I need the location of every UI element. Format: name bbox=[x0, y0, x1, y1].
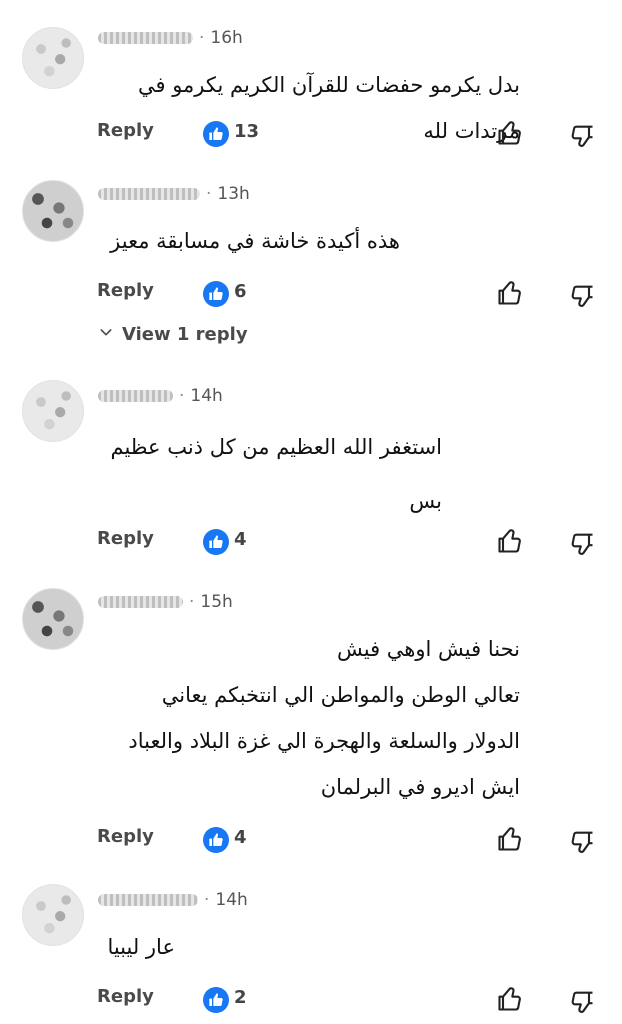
thumbs-up-icon bbox=[203, 281, 229, 307]
thumbs-up-icon bbox=[203, 121, 229, 147]
comment-text: عار ليبيا bbox=[107, 935, 175, 959]
comment-time: 14h bbox=[215, 890, 248, 910]
comment-meta: · 16h bbox=[98, 28, 243, 48]
comment-meta: · 15h bbox=[98, 592, 233, 612]
avatar[interactable] bbox=[22, 588, 84, 650]
comment-actions: Reply 4 bbox=[0, 824, 622, 858]
comment-meta: · 14h bbox=[98, 386, 223, 406]
like-count: 4 bbox=[234, 529, 247, 550]
reply-button[interactable]: Reply bbox=[97, 826, 154, 847]
comment-actions: Reply 2 bbox=[0, 984, 622, 1018]
avatar[interactable] bbox=[22, 884, 84, 946]
thumbs-up-outline-icon[interactable] bbox=[496, 527, 524, 559]
like-count: 2 bbox=[234, 987, 247, 1008]
thumbs-down-outline-icon[interactable] bbox=[568, 988, 596, 1020]
comment-time: 16h bbox=[210, 28, 243, 48]
commenter-name-blurred[interactable] bbox=[98, 596, 183, 608]
thumbs-down-outline-icon[interactable] bbox=[568, 282, 596, 314]
comment-meta: · 14h bbox=[98, 890, 248, 910]
view-replies-button[interactable]: View 1 reply bbox=[98, 324, 248, 345]
thumbs-up-icon bbox=[203, 987, 229, 1013]
comment-actions: Reply 4 bbox=[0, 526, 622, 560]
reply-button[interactable]: Reply bbox=[97, 120, 154, 141]
reply-button[interactable]: Reply bbox=[97, 280, 154, 301]
comment-time: 13h bbox=[217, 184, 250, 204]
comment-actions: Reply 13 bbox=[0, 118, 622, 152]
like-count: 13 bbox=[234, 121, 260, 142]
thumbs-up-outline-icon[interactable] bbox=[496, 825, 524, 857]
commenter-name-blurred[interactable] bbox=[98, 390, 173, 402]
reply-button[interactable]: Reply bbox=[97, 986, 154, 1007]
like-count: 4 bbox=[234, 827, 247, 848]
avatar[interactable] bbox=[22, 380, 84, 442]
commenter-name-blurred[interactable] bbox=[98, 894, 198, 906]
comment-text: استغفر الله العظيم من كل ذنب عظيم بس bbox=[110, 435, 442, 513]
comment-actions: Reply 6 bbox=[0, 278, 622, 312]
reply-button[interactable]: Reply bbox=[97, 528, 154, 549]
commenter-name-blurred[interactable] bbox=[98, 32, 193, 44]
thumbs-up-icon bbox=[203, 529, 229, 555]
comment-time: 15h bbox=[200, 592, 233, 612]
thumbs-down-outline-icon[interactable] bbox=[568, 122, 596, 154]
thumbs-up-outline-icon[interactable] bbox=[496, 279, 524, 311]
thumbs-up-outline-icon[interactable] bbox=[496, 119, 524, 151]
like-count: 6 bbox=[234, 281, 247, 302]
commenter-name-blurred[interactable] bbox=[98, 188, 200, 200]
avatar[interactable] bbox=[22, 27, 84, 89]
comment-text: هذه أكيدة خاشة في مسابقة معيز bbox=[110, 229, 400, 253]
comment-time: 14h bbox=[190, 386, 223, 406]
thumbs-up-outline-icon[interactable] bbox=[496, 985, 524, 1017]
comment-meta: · 13h bbox=[98, 184, 250, 204]
chevron-down-icon bbox=[98, 324, 114, 345]
comment-text: نحنا فيش اوهي فيش تعالي الوطن والمواطن ا… bbox=[128, 637, 520, 799]
thumbs-down-outline-icon[interactable] bbox=[568, 530, 596, 562]
thumbs-up-icon bbox=[203, 827, 229, 853]
thumbs-down-outline-icon[interactable] bbox=[568, 828, 596, 860]
avatar[interactable] bbox=[22, 180, 84, 242]
